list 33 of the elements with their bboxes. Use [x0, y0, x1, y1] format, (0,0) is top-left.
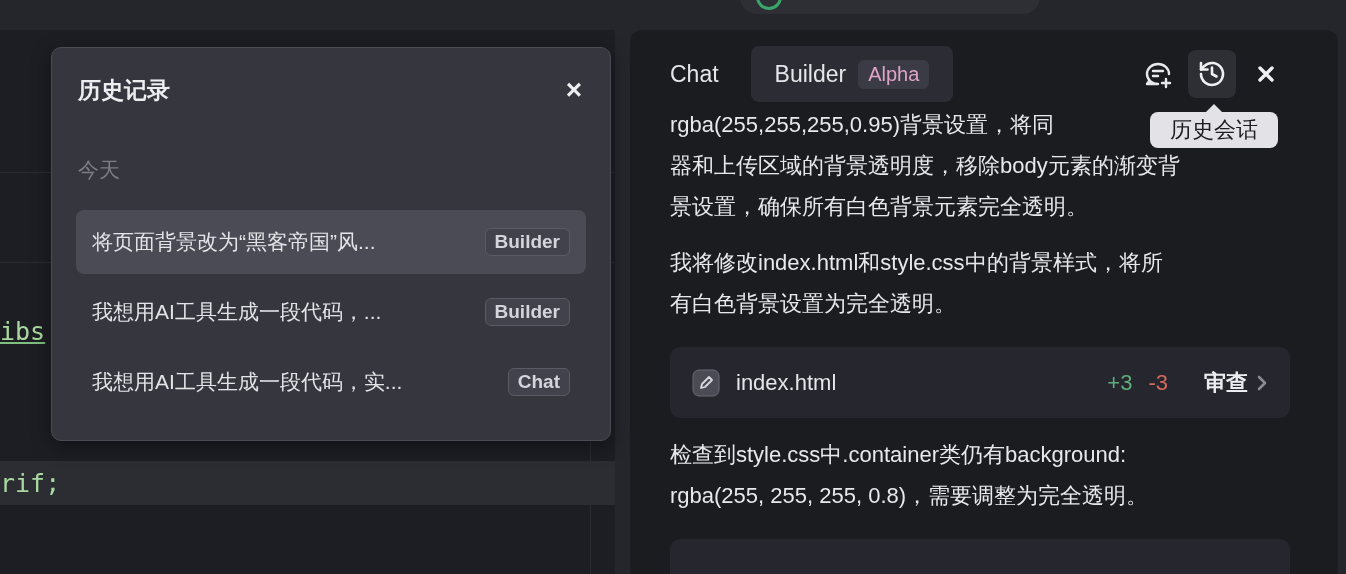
message-line: 器和上传区域的背景透明度，移除body元素的渐变背	[670, 153, 1180, 179]
panel-tab[interactable]: Builder Alpha	[750, 46, 954, 102]
group-label: 今天	[78, 157, 121, 183]
code-text: rif;	[0, 468, 61, 498]
chevron-icon	[1256, 373, 1268, 392]
file-name: index.html	[736, 369, 838, 396]
history-button[interactable]	[1188, 50, 1236, 98]
message-line: rgba(255,255,255,0.95)背景设置，将同	[670, 112, 1054, 138]
added-count: +3	[1107, 369, 1133, 396]
message-line: rgba(255, 255, 255, 0.8)，需要调整为完全透明。	[670, 483, 1149, 509]
pencil-icon	[692, 368, 720, 397]
message-line: 检查到style.css中.container类仍有background:	[670, 442, 1127, 468]
history-item[interactable]: 将页面背景改为“黑客帝国”风... Builder	[76, 210, 586, 274]
history-title: 我想用AI工具生成一段代码，实...	[92, 369, 403, 395]
close-button[interactable]: ×	[561, 74, 586, 106]
review-button[interactable]: 审查	[1204, 367, 1268, 398]
history-title: 我想用AI工具生成一段代码，...	[92, 299, 382, 325]
alpha-badge: Alpha	[858, 59, 930, 89]
history-title: 将页面背景改为“黑客帝国”风...	[92, 229, 376, 255]
mode-badge: Builder	[484, 298, 570, 326]
removed-count: -3	[1148, 369, 1168, 396]
popup-title: 历史记录	[78, 75, 170, 105]
mode-badge: Chat	[507, 368, 570, 396]
code-link[interactable]: ibs	[0, 316, 46, 346]
history-item[interactable]: 我想用AI工具生成一段代码，... Builder	[76, 280, 586, 344]
mode-badge: Builder	[484, 228, 570, 256]
message-line: 我将修改index.html和style.css中的背景样式，将所	[670, 250, 1163, 276]
history-item[interactable]: 我想用AI工具生成一段代码，实... Chat	[76, 350, 586, 414]
message-line: 有白色背景设置为完全透明。	[670, 291, 956, 317]
close-icon	[1256, 64, 1276, 84]
panel-tab[interactable]: Chat	[670, 46, 743, 102]
tooltip: 历史会话	[1150, 104, 1278, 148]
message-line: 景设置，确保所有白色背景元素完全透明。	[670, 194, 1088, 220]
